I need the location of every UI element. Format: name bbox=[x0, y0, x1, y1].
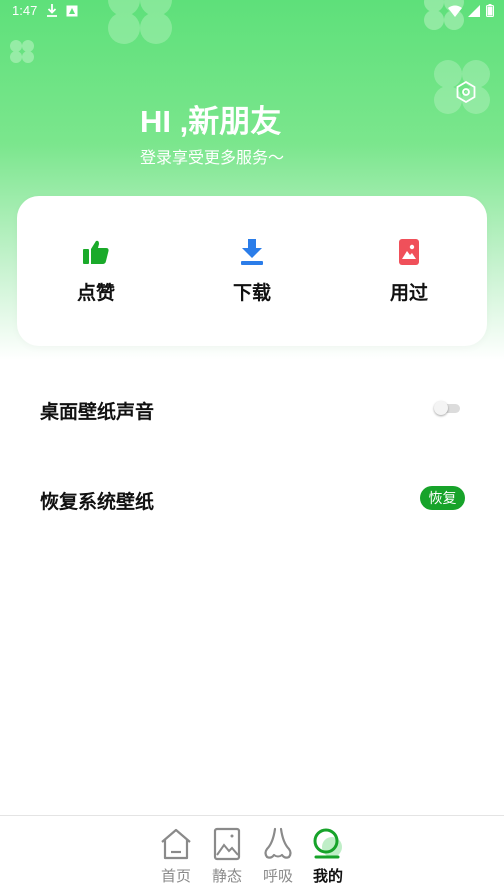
clover-decoration-icon bbox=[10, 40, 34, 63]
nav-label: 首页 bbox=[160, 867, 191, 885]
wifi-icon bbox=[448, 5, 462, 17]
bottom-navigation: 首页 静态 呼吸 我的 bbox=[0, 815, 504, 896]
quick-actions-card: 点赞 下载 用过 bbox=[17, 196, 487, 346]
quick-action-likes[interactable]: 点赞 bbox=[46, 236, 146, 305]
wallpaper-sound-row: 桌面壁纸声音 bbox=[0, 389, 504, 429]
wallpaper-sound-label: 桌面壁纸声音 bbox=[40, 401, 155, 423]
breath-icon bbox=[264, 827, 292, 859]
profile-icon bbox=[313, 828, 342, 859]
wallpaper-sound-toggle[interactable] bbox=[434, 401, 460, 415]
nav-home[interactable]: 首页 bbox=[151, 826, 201, 886]
download-icon bbox=[47, 4, 57, 17]
signal-icon bbox=[468, 4, 480, 17]
nav-label: 静态 bbox=[211, 867, 242, 885]
login-prompt[interactable]: 登录享受更多服务～ bbox=[140, 144, 284, 168]
nav-static[interactable]: 静态 bbox=[202, 826, 252, 886]
quick-action-downloads[interactable]: 下载 bbox=[202, 236, 302, 305]
app-notification-icon bbox=[66, 5, 78, 16]
greeting-title[interactable]: HI ,新朋友 bbox=[140, 96, 281, 141]
status-time: 1:47 bbox=[12, 3, 38, 18]
quick-action-used[interactable]: 用过 bbox=[359, 236, 459, 305]
nav-profile[interactable]: 我的 bbox=[303, 826, 353, 886]
restore-wallpaper-label: 恢复系统壁纸 bbox=[40, 491, 155, 513]
quick-action-label: 用过 bbox=[389, 282, 428, 304]
thumbs-up-icon bbox=[83, 240, 109, 264]
nav-label: 呼吸 bbox=[262, 867, 293, 885]
picture-icon bbox=[213, 827, 241, 861]
settings-button[interactable] bbox=[454, 80, 478, 104]
status-bar: 1:47 bbox=[0, 0, 504, 24]
restore-wallpaper-row: 恢复系统壁纸 恢复 bbox=[0, 479, 504, 519]
quick-action-label: 下载 bbox=[232, 282, 271, 304]
settings-icon bbox=[456, 81, 476, 103]
home-icon bbox=[161, 828, 191, 860]
battery-icon bbox=[486, 4, 494, 17]
nav-label: 我的 bbox=[312, 867, 343, 885]
nav-breath[interactable]: 呼吸 bbox=[253, 826, 303, 886]
image-icon bbox=[399, 239, 419, 265]
quick-action-label: 点赞 bbox=[76, 282, 115, 304]
restore-button[interactable]: 恢复 bbox=[420, 486, 465, 510]
download-icon bbox=[241, 239, 263, 265]
